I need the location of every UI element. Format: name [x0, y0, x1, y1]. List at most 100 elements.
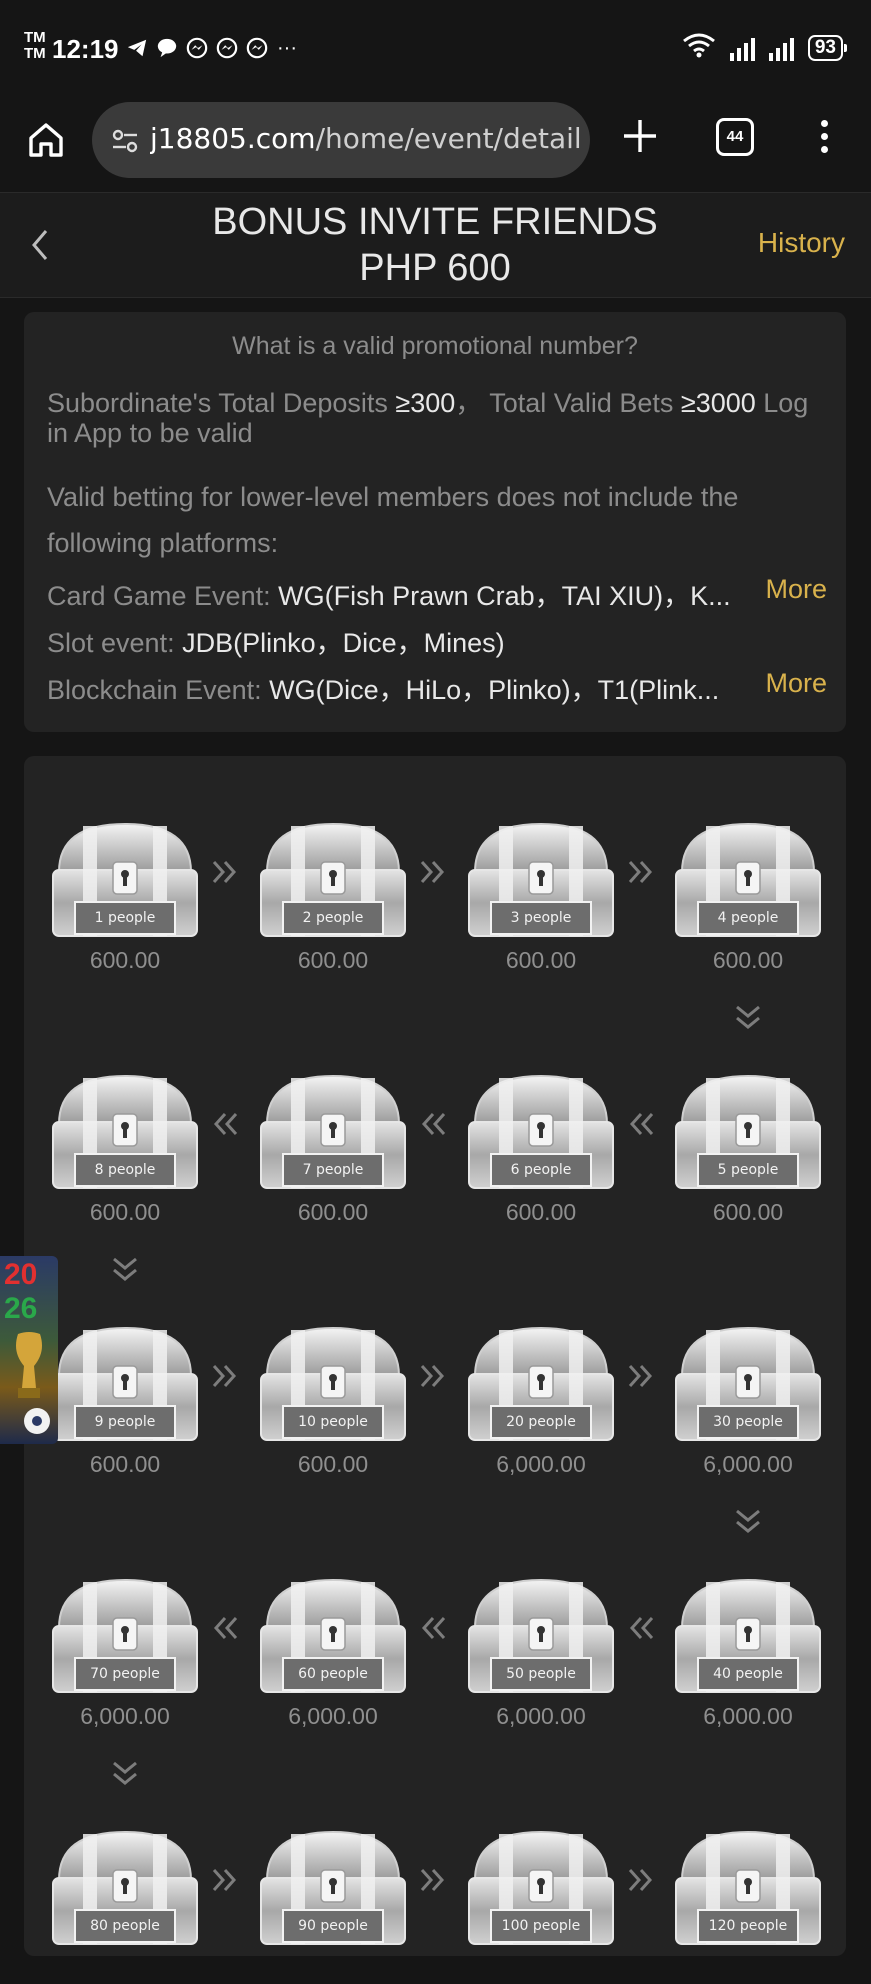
chest-label: 50 people — [506, 1666, 576, 1682]
reward-chest[interactable]: 80 people — [49, 1824, 201, 1984]
status-bar: TM TM 12:19 ··· 93 — [0, 0, 871, 100]
reward-amount: 600.00 — [297, 1451, 369, 1477]
reward-amount: 600.00 — [297, 1199, 369, 1225]
url-text[interactable]: j18805.com/home/event/detail? — [150, 122, 580, 155]
reward-amount: 6,000.00 — [80, 1703, 170, 1729]
double-chevron-right-icon — [418, 1362, 448, 1398]
reward-chest[interactable]: 6 people 600.00 — [465, 1068, 617, 1228]
site-settings-icon[interactable] — [110, 126, 140, 156]
reward-chest[interactable]: 1 people 600.00 — [49, 816, 201, 976]
signal-icon — [729, 35, 755, 61]
chest-label: 60 people — [298, 1666, 368, 1682]
messenger-icon — [215, 36, 239, 60]
double-chevron-right-icon — [626, 858, 656, 894]
reward-chest[interactable]: 9 people 600.00 — [49, 1320, 201, 1480]
reward-amount: 6,000.00 — [703, 1451, 793, 1477]
double-chevron-left-icon — [418, 1110, 448, 1146]
tm-indicator: TM TM — [24, 29, 46, 62]
system-icons: 93 — [682, 32, 848, 63]
trophy-icon — [16, 1332, 42, 1398]
history-link[interactable]: History — [758, 227, 845, 259]
double-chevron-left-icon — [626, 1110, 656, 1146]
new-tab-button[interactable] — [620, 116, 660, 156]
double-chevron-left-icon — [210, 1614, 240, 1650]
reward-amount: 600.00 — [712, 1199, 784, 1225]
double-chevron-down-icon — [110, 1760, 140, 1788]
reward-chest[interactable]: 20 people 6,000.00 — [465, 1320, 617, 1480]
home-button[interactable] — [26, 120, 66, 160]
address-bar[interactable]: j18805.com/home/event/detail? — [92, 102, 590, 178]
slot-row: Slot event: JDB(Plinko，Dice，Mines) — [47, 628, 505, 658]
chevron-left-icon — [32, 230, 48, 260]
reward-chest[interactable]: 4 people 600.00 — [672, 816, 824, 976]
notification-icons: ··· — [125, 36, 299, 60]
chest-label: 20 people — [506, 1414, 576, 1430]
tab-switcher-button[interactable]: 44 — [716, 118, 754, 156]
browser-toolbar: j18805.com/home/event/detail? 44 — [0, 100, 871, 190]
reward-chest[interactable]: 8 people 600.00 — [49, 1068, 201, 1228]
battery-indicator: 93 — [807, 34, 848, 61]
double-chevron-right-icon — [210, 1362, 240, 1398]
reward-amount: 600.00 — [89, 947, 161, 973]
double-chevron-left-icon — [626, 1614, 656, 1650]
world-cup-badge[interactable]: 20 26 — [0, 1256, 58, 1444]
double-chevron-right-icon — [210, 1866, 240, 1902]
chest-label: 10 people — [298, 1414, 368, 1430]
signal-icon — [768, 35, 794, 61]
reward-chest[interactable]: 30 people 6,000.00 — [672, 1320, 824, 1480]
reward-amount: 6,000.00 — [703, 1703, 793, 1729]
reward-chest[interactable]: 5 people 600.00 — [672, 1068, 824, 1228]
reward-chest[interactable]: 60 people 6,000.00 — [257, 1572, 409, 1732]
exclusion-text-2: following platforms: — [47, 528, 279, 558]
reward-chest[interactable]: 50 people 6,000.00 — [465, 1572, 617, 1732]
exclusion-text: Valid betting for lower-level members do… — [47, 482, 739, 512]
double-chevron-right-icon — [210, 858, 240, 894]
football-icon — [24, 1408, 50, 1434]
reward-chests-card: 1 people 600.00 2 people 600.00 3 people… — [24, 756, 846, 1956]
rules-question: What is a valid promotional number? — [232, 332, 638, 360]
reward-chest[interactable]: 120 people — [672, 1824, 824, 1984]
chest-label: 80 people — [90, 1918, 160, 1934]
more-link-card[interactable]: More — [759, 574, 827, 605]
reward-chest[interactable]: 10 people 600.00 — [257, 1320, 409, 1480]
chest-label: 90 people — [298, 1918, 368, 1934]
chest-label: 5 people — [717, 1162, 779, 1178]
double-chevron-down-icon — [733, 1508, 763, 1536]
chest-label: 40 people — [713, 1666, 783, 1682]
more-menu-button[interactable] — [812, 120, 836, 160]
overflow-icon: ··· — [277, 36, 297, 59]
reward-chest[interactable]: 2 people 600.00 — [257, 816, 409, 976]
chest-label: 6 people — [510, 1162, 572, 1178]
double-chevron-down-icon — [110, 1256, 140, 1284]
double-chevron-right-icon — [418, 858, 448, 894]
reward-amount: 6,000.00 — [496, 1451, 586, 1477]
reward-amount: 6,000.00 — [496, 1703, 586, 1729]
card-game-row: Card Game Event: WG(Fish Prawn Crab，TAI … — [47, 574, 827, 611]
reward-amount: 600.00 — [505, 1199, 577, 1225]
reward-chest[interactable]: 90 people — [257, 1824, 409, 1984]
chat-icon — [155, 36, 179, 60]
reward-amount: 600.00 — [89, 1199, 161, 1225]
clock: 12:19 — [52, 34, 119, 64]
double-chevron-left-icon — [418, 1614, 448, 1650]
chest-label: 70 people — [90, 1666, 160, 1682]
reward-chest[interactable]: 40 people 6,000.00 — [672, 1572, 824, 1732]
double-chevron-left-icon — [210, 1110, 240, 1146]
reward-chest[interactable]: 7 people 600.00 — [257, 1068, 409, 1228]
reward-chest[interactable]: 100 people — [465, 1824, 617, 1984]
double-chevron-right-icon — [626, 1362, 656, 1398]
chest-label: 2 people — [302, 910, 364, 926]
reward-amount: 600.00 — [505, 947, 577, 973]
plus-icon — [624, 120, 656, 152]
chest-label: 120 people — [708, 1918, 788, 1934]
home-icon — [29, 123, 63, 157]
more-link-blockchain[interactable]: More — [759, 668, 827, 699]
reward-amount: 600.00 — [297, 947, 369, 973]
chest-label: 7 people — [302, 1162, 364, 1178]
double-chevron-right-icon — [418, 1866, 448, 1902]
reward-chest[interactable]: 70 people 6,000.00 — [49, 1572, 201, 1732]
chest-label: 3 people — [510, 910, 572, 926]
reward-chest[interactable]: 3 people 600.00 — [465, 816, 617, 976]
back-button[interactable] — [26, 227, 56, 263]
blockchain-row: Blockchain Event: WG(Dice，HiLo，Plinko)，T… — [47, 668, 827, 705]
